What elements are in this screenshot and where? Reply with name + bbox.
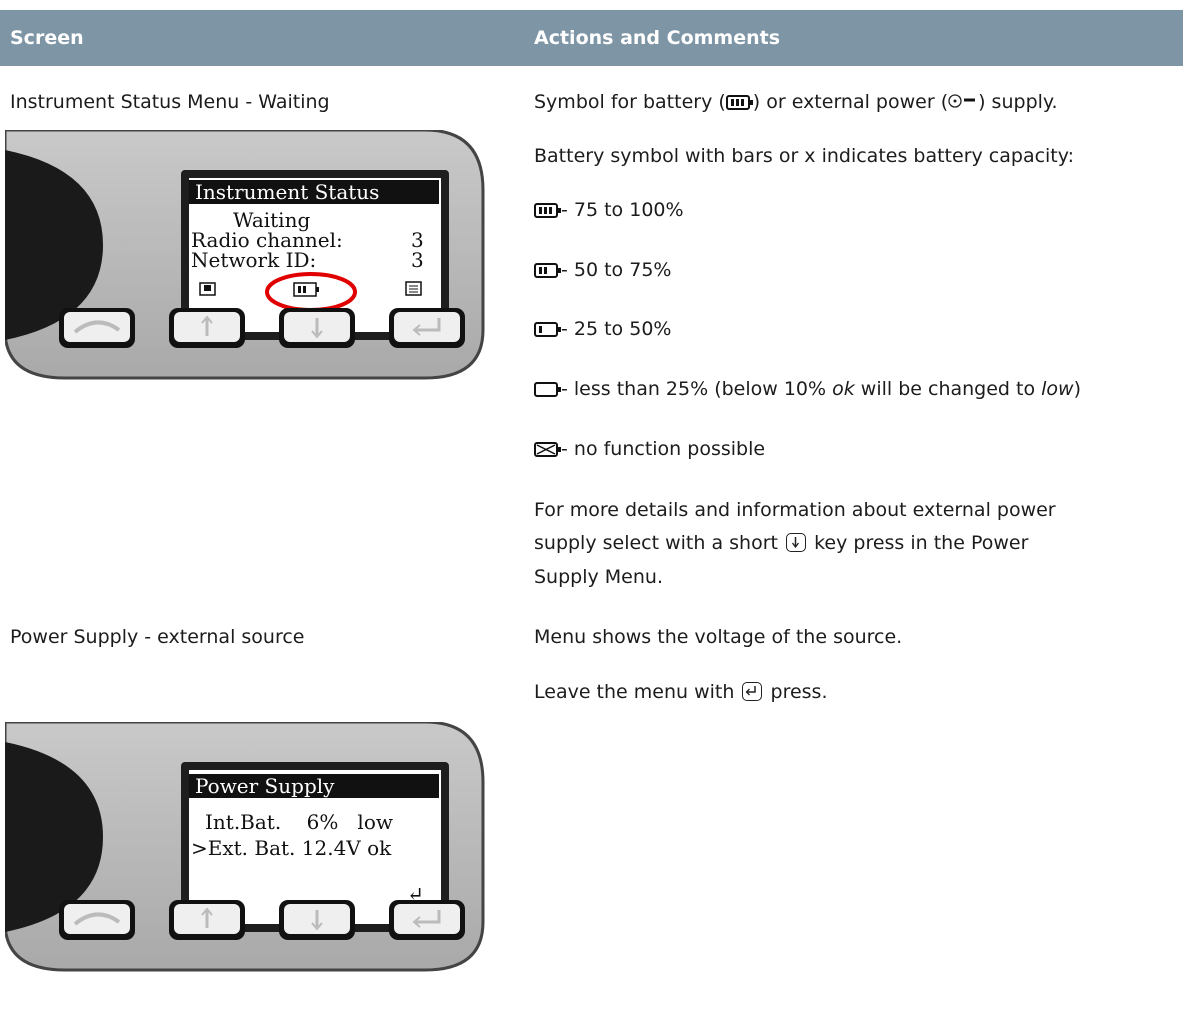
header-actions: Actions and Comments	[534, 27, 781, 49]
up-key[interactable]	[167, 306, 247, 350]
lcd-network-value: 3	[411, 248, 424, 272]
legend-25-50: - 25 to 50%	[534, 316, 671, 342]
device-power-supply: Power Supply Int.Bat. 6% low >Ext. Bat. …	[5, 722, 485, 972]
battery-x-icon	[534, 442, 561, 457]
comment-capacity: Battery symbol with bars or x indicates …	[534, 145, 1075, 167]
back-key[interactable]	[57, 898, 137, 942]
legend-no-function: - no function possible	[534, 436, 765, 462]
comment-symbol-post: ) supply.	[978, 91, 1058, 113]
enter-key[interactable]	[387, 898, 467, 942]
battery-3bars-icon	[534, 203, 561, 218]
menu-icon	[405, 281, 422, 296]
battery-2bars-icon	[534, 263, 561, 278]
row1-screen-label: Instrument Status Menu - Waiting	[10, 91, 330, 113]
lcd-ext-bat: >Ext. Bat. 12.4V ok	[191, 836, 392, 860]
lcd-int-bat: Int.Bat. 6% low	[205, 810, 393, 834]
legend-low-word: low	[1041, 378, 1074, 400]
legend-ok-word: ok	[832, 378, 855, 400]
back-key[interactable]	[57, 306, 137, 350]
legend-25-50-text: - 25 to 50%	[561, 318, 672, 340]
lcd-network-id: Network ID:	[191, 248, 317, 272]
comment-symbol-mid: ) or external power (	[752, 91, 949, 113]
comment-details-line2-post: key press in the Power	[814, 532, 1029, 554]
comment-details-line2-pre: supply select with a short	[534, 532, 778, 554]
enter-key-icon	[742, 682, 763, 701]
down-key-icon	[786, 533, 807, 552]
device-instrument-status: Instrument Status Waiting Radio channel:…	[5, 130, 485, 380]
enter-key[interactable]	[387, 306, 467, 350]
comment-details-line3: Supply Menu.	[534, 566, 663, 588]
comment-voltage: Menu shows the voltage of the source.	[534, 626, 903, 648]
comment-symbol-pre: Symbol for battery (	[534, 91, 726, 113]
comment-details-line1: For more details and information about e…	[534, 499, 1056, 521]
legend-below-25-mid: will be changed to	[854, 378, 1042, 400]
external-power-symbol-icon	[948, 94, 976, 108]
table-header: Screen Actions and Comments	[0, 10, 1183, 66]
down-key[interactable]	[277, 898, 357, 942]
up-key[interactable]	[167, 898, 247, 942]
battery-full-icon	[725, 95, 753, 110]
lcd-title: Instrument Status	[189, 180, 439, 204]
comment-symbol-line: Symbol for battery ( ) or external power …	[534, 89, 1057, 115]
legend-50-75-text: - 50 to 75%	[561, 259, 672, 281]
lcd-title: Power Supply	[189, 774, 439, 798]
legend-below-25-pre: - less than 25% (below 10%	[561, 378, 833, 400]
legend-below-25-post: )	[1073, 378, 1082, 400]
battery-empty-icon	[534, 382, 561, 397]
legend-no-function-text: - no function possible	[561, 438, 766, 460]
external-power-icon	[199, 282, 216, 296]
comment-leave-post: press.	[770, 681, 828, 703]
comment-leave-pre: Leave the menu with	[534, 681, 735, 703]
legend-50-75: - 50 to 75%	[534, 257, 671, 283]
legend-75-100-text: - 75 to 100%	[561, 199, 684, 221]
row2-screen-label: Power Supply - external source	[10, 626, 305, 648]
legend-75-100: - 75 to 100%	[534, 197, 684, 223]
comment-leave: Leave the menu with press.	[534, 679, 828, 705]
battery-1bar-icon	[534, 322, 561, 337]
comment-details-line2: supply select with a short key press in …	[534, 530, 1028, 556]
down-key[interactable]	[277, 306, 357, 350]
legend-below-25: - less than 25% (below 10% ok will be ch…	[534, 376, 1081, 402]
header-screen: Screen	[10, 27, 84, 49]
